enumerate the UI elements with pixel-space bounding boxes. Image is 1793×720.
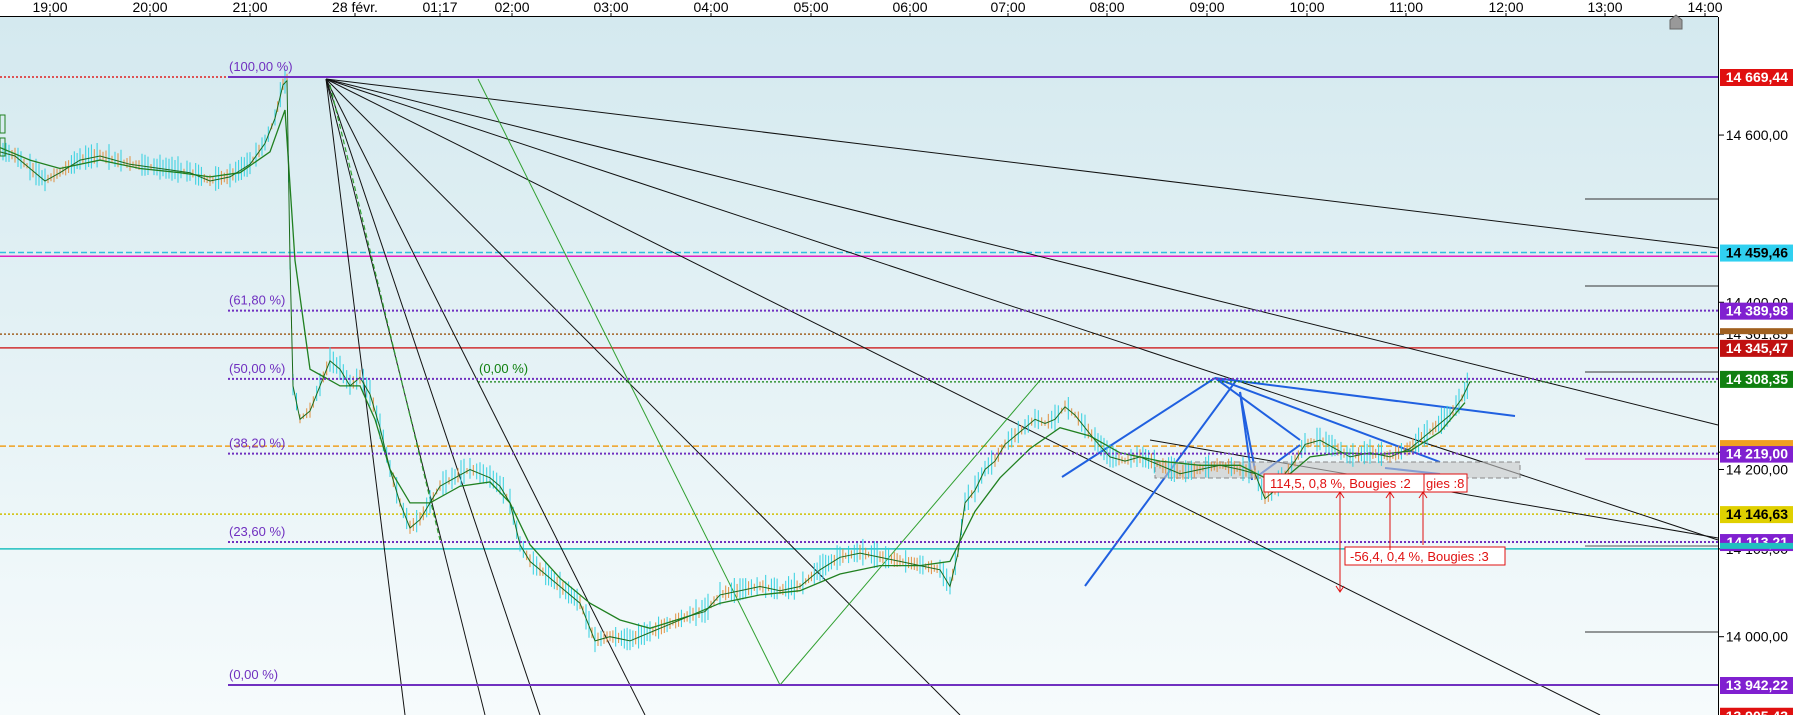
price-label: 14 389,98 [1726, 303, 1788, 319]
price-label: 14 146,63 [1726, 506, 1788, 522]
y-axis-panel [1718, 17, 1793, 715]
x-tick-label: 07:00 [990, 0, 1025, 15]
x-tick-label: 02:00 [494, 0, 529, 15]
fib-level-label: (23,60 %) [229, 524, 285, 539]
price-label-box-partial [1720, 542, 1793, 549]
x-tick-label: 12:00 [1488, 0, 1523, 15]
chart[interactable]: 19:00 20:00 21:00 28 févr. 01:17 02:00 03:00 04… [0, 0, 1793, 720]
fib-level-label: (0,00 %) [229, 667, 278, 682]
price-label-box-partial [1720, 440, 1793, 447]
price-label: 14 459,46 [1726, 245, 1788, 261]
price-label: 14 345,47 [1726, 340, 1788, 356]
x-tick-label: 14:00 [1687, 0, 1722, 15]
x-tick-label: 09:00 [1189, 0, 1224, 15]
x-tick-label: 13:00 [1587, 0, 1622, 15]
fib-level-label: (38,20 %) [229, 436, 285, 451]
x-tick-label: 10:00 [1289, 0, 1324, 15]
x-tick-label: 03:00 [593, 0, 628, 15]
price-label: 13 905,43 [1726, 708, 1788, 715]
x-tick-label: 20:00 [132, 0, 167, 15]
x-tick-label: 28 févr. [332, 0, 378, 15]
measure-label: -56,4, 0,4 %, Bougies :3 [1350, 549, 1489, 564]
measure-label: gies :8 [1426, 476, 1464, 491]
x-tick-label: 06:00 [892, 0, 927, 15]
price-label: 14 669,44 [1726, 69, 1788, 85]
measure-label: 114,5, 0,8 %, Bougies :2 [1270, 476, 1411, 491]
chart-svg[interactable]: 19:00 20:00 21:00 28 févr. 01:17 02:00 03:00 04… [0, 0, 1793, 720]
x-tick-label: 08:00 [1089, 0, 1124, 15]
x-tick-label: 19:00 [32, 0, 67, 15]
price-label: 14 308,35 [1726, 371, 1788, 387]
y-tick-label: 14 600,00 [1726, 127, 1788, 143]
x-tick-label: 04:00 [693, 0, 728, 15]
x-tick-label: 11:00 [1389, 0, 1423, 15]
price-label-box-partial [1720, 328, 1793, 335]
fib-level-label: (50,00 %) [229, 361, 285, 376]
price-label: 13 942,22 [1726, 677, 1788, 693]
fib-level-label-2: (0,00 %) [479, 361, 528, 376]
fib-level-label: (100,00 %) [229, 59, 293, 74]
x-tick-label: 01:17 [422, 0, 457, 15]
y-tick-label: 14 200,00 [1726, 461, 1788, 477]
y-tick-label: 14 000,00 [1726, 629, 1788, 645]
fib-level-label: (61,80 %) [229, 293, 285, 308]
price-label: 14 219,00 [1726, 446, 1788, 462]
x-tick-label: 05:00 [793, 0, 828, 15]
x-tick-label: 21:00 [232, 0, 267, 15]
